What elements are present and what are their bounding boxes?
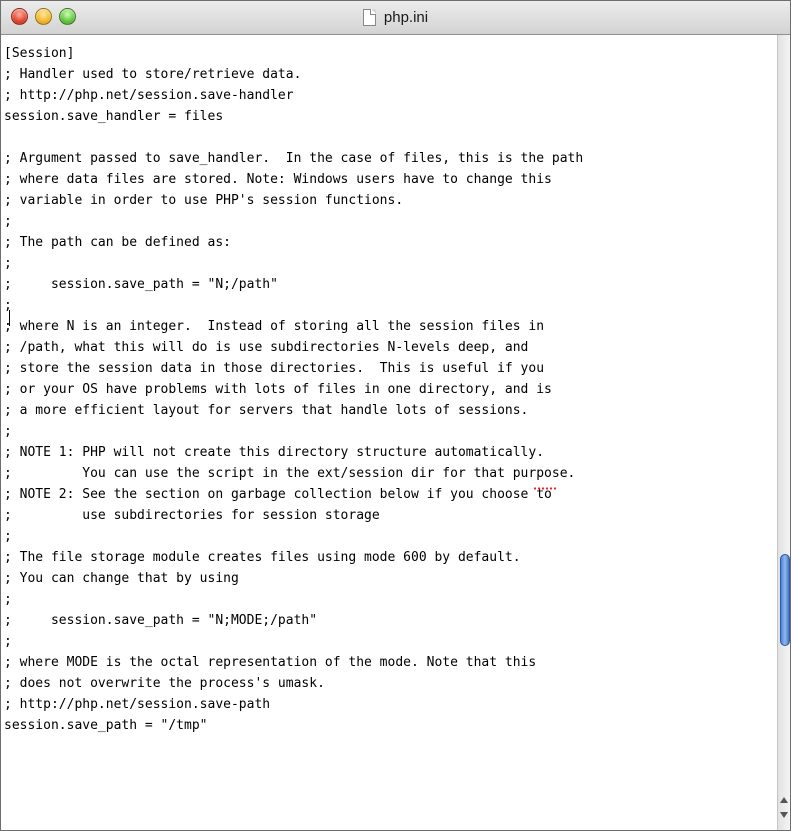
window-title-group: php.ini	[1, 1, 790, 34]
code-line: ;	[4, 256, 12, 271]
code-line: ; Handler used to store/retrieve data.	[4, 67, 302, 82]
code-line: ;	[4, 529, 12, 544]
code-line: ; does not overwrite the process's umask…	[4, 676, 325, 691]
code-line: ; The file storage module creates files …	[4, 550, 521, 565]
code-line: ; Argument passed to save_handler. In th…	[4, 151, 584, 166]
scroll-down-arrow-icon[interactable]	[780, 812, 788, 818]
code-line: session.save_handler = files	[4, 109, 224, 124]
code-line: ; a more efficient layout for servers th…	[4, 403, 529, 418]
code-line: ; where data files are stored. Note: Win…	[4, 172, 552, 187]
code-line: ;	[4, 214, 12, 229]
text-caret	[9, 310, 10, 326]
code-line: ;	[4, 424, 12, 439]
code-line: ;	[4, 634, 12, 649]
spellcheck-underline	[533, 487, 558, 490]
text-editor[interactable]: [Session] ; Handler used to store/retriev…	[1, 35, 777, 830]
scroll-thumb[interactable]	[780, 554, 790, 646]
code-line: ; store the session data in those direct…	[4, 361, 545, 376]
window-title: php.ini	[383, 9, 429, 26]
code-line: ; variable in order to use PHP's session…	[4, 193, 404, 208]
code-line: ; session.save_path = "N;/path"	[4, 277, 278, 292]
editor-window: php.ini [Session] ; Handler used to store…	[0, 0, 791, 831]
code-line: [Session]	[4, 46, 75, 61]
code-line: ; You can change that by using	[4, 571, 239, 586]
code-line: ; http://php.net/session.save-handler	[4, 88, 294, 103]
code-line: ; http://php.net/session.save-path	[4, 697, 271, 712]
code-line: ; use subdirectories for session storage	[4, 508, 380, 523]
code-line: ; /path, what this will do is use subdir…	[4, 340, 529, 355]
code-line: session.save_path = "/tmp"	[4, 718, 208, 733]
title-bar[interactable]: php.ini	[1, 1, 790, 35]
code-line: ; where MODE is the octal representation…	[4, 655, 537, 670]
scroll-up-arrow-icon[interactable]	[780, 797, 788, 803]
code-line: ;	[4, 298, 12, 313]
code-line: ; or your OS have problems with lots of …	[4, 382, 552, 397]
code-line: ; You can use the script in the ext/sess…	[4, 466, 576, 481]
code-line: ; where N is an integer. Instead of stor…	[4, 319, 545, 334]
document-icon	[362, 9, 376, 26]
code-line: ; The path can be defined as:	[4, 235, 231, 250]
code-line: ; session.save_path = "N;MODE;/path"	[4, 613, 318, 628]
code-line: ; NOTE 1: PHP will not create this direc…	[4, 445, 545, 460]
code-line: ; NOTE 2: See the section on garbage col…	[4, 487, 552, 502]
vertical-scrollbar[interactable]	[777, 35, 790, 830]
code-line: ;	[4, 592, 12, 607]
